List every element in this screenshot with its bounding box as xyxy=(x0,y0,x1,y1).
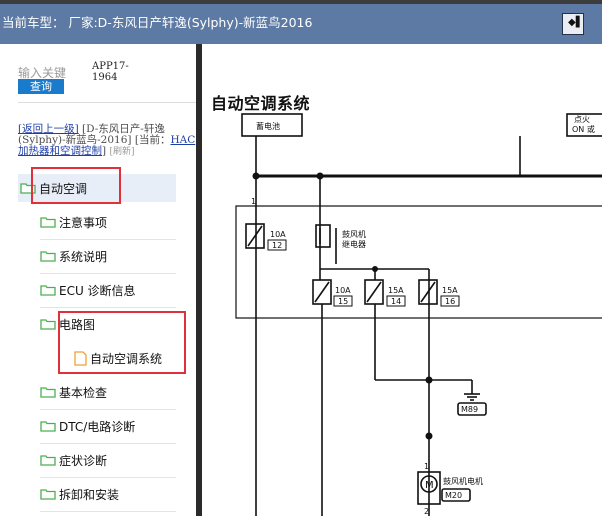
row-divider xyxy=(40,273,176,274)
top-bar: 当前车型： 厂家:D-东风日产轩逸(Sylphy)-新蓝鸟2016 ◆▌ xyxy=(0,0,602,44)
tree-item-dtc-circuit-diagnosis[interactable]: DTC/电路诊断 xyxy=(40,414,135,438)
row-divider xyxy=(40,409,176,410)
ignition-label-2: ON 或 xyxy=(572,124,595,134)
folder-icon xyxy=(40,285,56,296)
top-strip xyxy=(0,0,602,4)
exit-icon: ◆▌ xyxy=(568,17,584,28)
app-code: APP17-1964 xyxy=(92,61,129,83)
row-divider xyxy=(40,477,176,478)
diagram-panel: 自动空调系统 蓄电池 点火 ON 或 1 10A 12 鼓风机 继电器 10A … xyxy=(202,44,602,516)
folder-open-icon xyxy=(40,319,56,330)
fuse-14-rating: 15A xyxy=(388,286,404,295)
query-button[interactable]: 查询 xyxy=(18,79,64,94)
folder-icon xyxy=(40,489,56,500)
row-divider xyxy=(40,511,176,512)
fuse-14-number: 14 xyxy=(391,297,401,306)
tree-item-label: 拆卸和安装 xyxy=(59,487,120,502)
motor-label: 鼓风机电机 xyxy=(443,476,483,486)
battery-label: 蓄电池 xyxy=(256,121,280,131)
tree-item-label: 基本检查 xyxy=(59,385,108,400)
fuse-12-rating: 10A xyxy=(270,230,286,239)
tree-item-label: DTC/电路诊断 xyxy=(59,419,136,434)
tree-item-basic-inspection[interactable]: 基本检查 xyxy=(40,380,107,404)
tree-item-precautions[interactable]: 注意事项 xyxy=(40,210,107,234)
blower-relay xyxy=(315,224,331,248)
breadcrumb-current-suffix: ] xyxy=(102,145,107,157)
folder-icon xyxy=(40,217,56,228)
row-divider xyxy=(40,307,176,308)
tree-item-system-description[interactable]: 系统说明 xyxy=(40,244,107,268)
blower-relay-label-2: 继电器 xyxy=(342,239,366,249)
motor-symbol: M xyxy=(425,480,434,491)
breadcrumb: [返回上一级] [D-东风日产-轩逸(Sylphy)-新蓝鸟-2016] [当前… xyxy=(18,124,196,158)
ignition-label-1: 点火 xyxy=(574,115,590,124)
tree-item-removal-installation[interactable]: 拆卸和安装 xyxy=(40,482,119,506)
tree-item-label: 症状诊断 xyxy=(59,453,108,468)
folder-icon xyxy=(40,387,56,398)
tree-item-symptom-diagnosis[interactable]: 症状诊断 xyxy=(40,448,107,472)
tree-item-ecu-diagnosis[interactable]: ECU 诊断信息 xyxy=(40,278,136,302)
folder-icon xyxy=(40,421,56,432)
motor-pin-1: 1 xyxy=(424,462,429,471)
ground-code: M89 xyxy=(461,405,478,414)
highlight-box-wiring xyxy=(58,311,186,374)
refresh-link[interactable]: [刷新] xyxy=(109,147,134,157)
fuse-15-rating: 10A xyxy=(335,286,351,295)
breadcrumb-current-prefix: [当前： xyxy=(134,134,171,146)
row-divider xyxy=(40,239,176,240)
fuse-15-number: 15 xyxy=(338,297,348,306)
tree-item-label: 注意事项 xyxy=(59,215,108,230)
divider xyxy=(18,102,196,103)
vehicle-title: 当前车型： 厂家:D-东风日产轩逸(Sylphy)-新蓝鸟2016 xyxy=(2,15,313,30)
folder-icon xyxy=(40,251,56,262)
motor-code: M20 xyxy=(445,491,462,500)
wiring-diagram: 蓄电池 点火 ON 或 1 10A 12 鼓风机 继电器 10A 15 15A … xyxy=(235,113,602,516)
tree-item-label: 系统说明 xyxy=(59,249,108,264)
fuse-12-number: 12 xyxy=(272,241,282,250)
tree-item-label: ECU 诊断信息 xyxy=(59,283,136,298)
row-divider xyxy=(40,443,176,444)
pin-1-label: 1 xyxy=(251,197,256,206)
highlight-box-auto-ac xyxy=(31,167,121,204)
exit-button[interactable]: ◆▌ xyxy=(562,13,584,35)
folder-icon xyxy=(40,455,56,466)
motor-pin-2: 2 xyxy=(424,507,429,516)
fuse-16-number: 16 xyxy=(445,297,455,306)
fuse-16-rating: 15A xyxy=(442,286,458,295)
blower-relay-label-1: 鼓风机 xyxy=(342,229,366,239)
